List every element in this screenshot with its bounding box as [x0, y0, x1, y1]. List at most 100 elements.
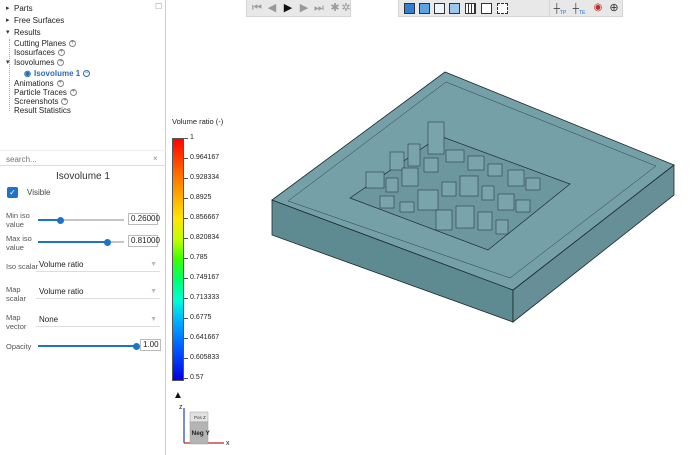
remove-icon[interactable]: −: [83, 70, 91, 77]
bounding-box-icon[interactable]: [497, 3, 508, 14]
probe-icon[interactable]: ◉: [591, 1, 605, 15]
legend-tick: [184, 378, 188, 379]
model-viewport[interactable]: [240, 60, 680, 330]
tree-item-result-statistics[interactable]: Result Statistics: [14, 105, 71, 116]
tree-item-label: Isovolumes: [14, 58, 55, 67]
playback-toolbar: ⏮ ◀ ▶ ▶ ⏭ ✱ ✲: [246, 0, 351, 17]
pos-z-label: Pos Z: [194, 415, 206, 420]
target-icon[interactable]: ⊕: [607, 1, 621, 15]
shaded-cube-icon[interactable]: [404, 3, 415, 14]
flat-cube-icon[interactable]: [419, 3, 430, 14]
legend-tick: [184, 198, 188, 199]
min-iso-input[interactable]: 0.26000: [128, 213, 160, 225]
legend-tick-label: 0.6775: [190, 314, 212, 321]
outline-cube-icon[interactable]: [481, 3, 492, 14]
mesh-cube-icon[interactable]: [449, 3, 460, 14]
legend-tick: [184, 338, 188, 339]
left-panel: ☐ ▸ Parts ▸ Free Surfaces ▾ Results Cutt…: [0, 0, 166, 455]
legend-tick-label: 0.713333: [190, 294, 220, 301]
visible-checkbox[interactable]: ✓: [7, 187, 18, 198]
min-iso-slider-thumb[interactable]: [56, 216, 64, 224]
expand-caret-icon[interactable]: ▸: [6, 15, 14, 26]
legend-tick-label: 0.856667: [190, 214, 220, 221]
legend-tick: [184, 158, 188, 159]
chevron-down-icon: ▼: [150, 316, 157, 323]
expand-caret-icon[interactable]: ▸: [6, 3, 14, 14]
collapse-caret-icon[interactable]: ▾: [6, 57, 14, 68]
legend-tick: [184, 318, 188, 319]
add-icon[interactable]: +: [69, 40, 77, 47]
clear-icon[interactable]: ×: [153, 154, 158, 163]
search-bar: ×: [0, 150, 166, 166]
pin-icon[interactable]: [511, 2, 549, 16]
skip-last-icon[interactable]: ⏭: [312, 1, 326, 15]
axis-triad[interactable]: z x Pos Z Neg Y: [172, 398, 232, 453]
max-iso-label: Max iso value: [6, 234, 32, 252]
legend-tick-label: 0.605833: [190, 354, 220, 361]
z-axis-label: z: [179, 404, 183, 411]
iso-scalar-select[interactable]: Volume ratio ▼: [36, 258, 160, 272]
legend-tick-label: 0.820834: [190, 234, 220, 241]
play-icon[interactable]: ▶: [281, 1, 295, 15]
legend-tick-label: 0.57: [190, 374, 204, 381]
map-vector-label: Map vector: [6, 313, 27, 331]
axis-te-icon[interactable]: ┼TE: [572, 1, 586, 16]
axis-tp-icon[interactable]: ┼TP: [553, 1, 567, 16]
color-scale-bar: [172, 138, 184, 381]
add-icon[interactable]: +: [56, 80, 64, 87]
min-iso-slider[interactable]: [38, 216, 124, 224]
legend-tick-label: 0.749167: [190, 274, 220, 281]
collapse-caret-icon[interactable]: ▾: [6, 27, 14, 38]
chevron-down-icon: ▼: [150, 261, 157, 268]
legend-tick: [184, 278, 188, 279]
tools-toolbar: ┼TP ┼TE ◉ ⊕: [549, 0, 623, 17]
legend-tick-label: 0.641667: [190, 334, 220, 341]
map-vector-select[interactable]: None ▼: [36, 313, 160, 327]
add-icon[interactable]: +: [57, 49, 65, 56]
tree-guide-line: [9, 39, 10, 111]
add-icon[interactable]: +: [61, 98, 69, 105]
legend-tick-label: 0.8925: [190, 194, 212, 201]
grid-cube-icon[interactable]: [465, 3, 476, 14]
x-axis-label: x: [226, 440, 230, 447]
tree-item-results[interactable]: ▾ Results: [6, 27, 41, 38]
add-icon[interactable]: +: [69, 89, 77, 96]
map-scalar-value: Volume ratio: [39, 287, 84, 296]
lock-icon[interactable]: ☐: [155, 2, 162, 11]
iso-scalar-label: Iso scalar: [6, 262, 39, 271]
properties-title: Isovolume 1: [56, 171, 110, 182]
legend-tick: [184, 238, 188, 239]
chevron-down-icon: ▼: [150, 288, 157, 295]
tree-item-parts[interactable]: ▸ Parts: [6, 3, 33, 14]
legend-tick: [184, 138, 188, 139]
tree-item-label: Parts: [14, 4, 33, 13]
search-input[interactable]: [6, 154, 146, 165]
step-back-icon[interactable]: ◀: [265, 1, 279, 15]
opacity-input[interactable]: 1.00: [140, 339, 161, 351]
tree-item-free-surfaces[interactable]: ▸ Free Surfaces: [6, 15, 64, 26]
legend-title: Volume ratio (-): [172, 117, 224, 126]
skip-first-icon[interactable]: ⏮: [250, 1, 264, 15]
step-forward-icon[interactable]: ▶: [297, 1, 311, 15]
wireframe-cube-icon[interactable]: [434, 3, 445, 14]
legend-tick-label: 0.785: [190, 254, 208, 261]
opacity-slider[interactable]: [38, 342, 140, 350]
legend-tick-label: 0.964167: [190, 154, 220, 161]
opacity-slider-thumb[interactable]: [132, 342, 140, 350]
max-iso-slider-thumb[interactable]: [104, 238, 112, 246]
opacity-slider-fill: [38, 345, 136, 347]
min-iso-label: Min iso value: [6, 211, 30, 229]
tree-item-label: Free Surfaces: [14, 16, 65, 25]
iso-scalar-value: Volume ratio: [39, 260, 84, 269]
add-icon[interactable]: +: [57, 59, 65, 66]
tree-item-label: Results: [14, 28, 41, 37]
max-iso-slider[interactable]: [38, 238, 124, 246]
legend-tick: [184, 358, 188, 359]
legend-tick-label: 1: [190, 134, 194, 141]
tree-item-isovolumes[interactable]: ▾ Isovolumes +: [6, 57, 65, 68]
map-vector-value: None: [39, 315, 59, 324]
map-scalar-select[interactable]: Volume ratio ▼: [36, 285, 160, 299]
run-icon[interactable]: ✲: [340, 1, 352, 15]
legend-tick: [184, 298, 188, 299]
max-iso-input[interactable]: 0.81000: [128, 235, 160, 247]
